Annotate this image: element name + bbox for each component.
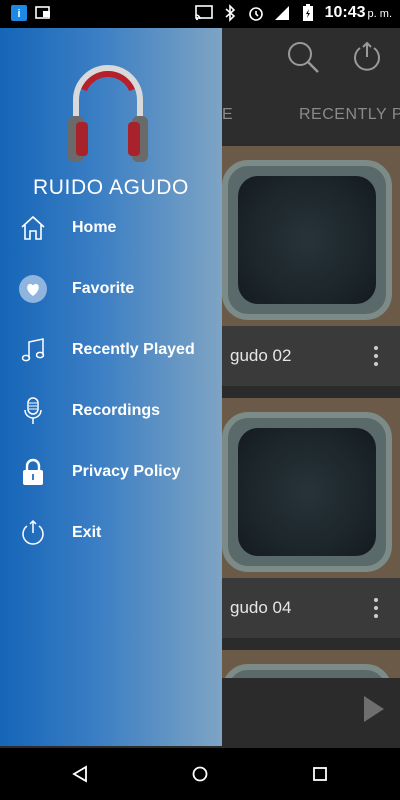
- microphone-icon: [18, 396, 48, 426]
- menu-item-home[interactable]: Home: [0, 206, 222, 250]
- play-icon[interactable]: [364, 696, 384, 722]
- app-title: RUIDO AGUDO: [33, 176, 189, 199]
- menu-item-label: Recently Played: [72, 341, 195, 358]
- more-options-icon[interactable]: [372, 346, 380, 366]
- search-icon[interactable]: [286, 40, 320, 74]
- home-icon: [18, 213, 48, 243]
- lock-icon: [18, 457, 48, 487]
- menu-item-label: Privacy Policy: [72, 463, 181, 480]
- track-card[interactable]: gudo 02: [210, 146, 400, 386]
- music-note-icon: [18, 335, 48, 365]
- track-thumbnail: [210, 146, 400, 326]
- info-icon: i: [10, 4, 28, 22]
- cast-icon: [194, 4, 213, 22]
- track-title: gudo 04: [230, 598, 292, 617]
- tab-recently-played[interactable]: RECENTLY PL: [299, 106, 400, 124]
- track-thumbnail: [210, 398, 400, 578]
- bluetooth-icon: [221, 4, 239, 22]
- track-title: gudo 02: [230, 346, 292, 365]
- tab-home[interactable]: E: [222, 106, 233, 124]
- menu-item-favorite[interactable]: Favorite: [0, 267, 222, 311]
- menu-item-label: Recordings: [72, 402, 161, 419]
- back-icon[interactable]: [68, 762, 92, 786]
- speaker-image: [222, 412, 392, 572]
- home-circle-icon[interactable]: [188, 762, 212, 786]
- clock: 10:43 p. m.: [325, 4, 392, 22]
- signal-icon: [273, 4, 291, 22]
- track-card[interactable]: gudo 04: [210, 398, 400, 638]
- headphones-icon: [62, 52, 154, 168]
- battery-charging-icon: [299, 4, 317, 22]
- menu-item-recently-played[interactable]: Recently Played: [0, 328, 222, 372]
- heart-icon: [18, 274, 48, 304]
- recents-square-icon[interactable]: [308, 762, 332, 786]
- status-bar: i 10:43 p. m.: [0, 0, 400, 28]
- power-icon: [18, 518, 48, 548]
- menu-item-privacy-policy[interactable]: Privacy Policy: [0, 450, 222, 494]
- menu-item-label: Exit: [72, 524, 102, 541]
- power-toolbar-icon[interactable]: [350, 40, 384, 74]
- menu-item-label: Favorite: [72, 280, 135, 297]
- clock-ampm: p. m.: [367, 8, 392, 20]
- speaker-image: [222, 160, 392, 320]
- more-options-icon[interactable]: [372, 598, 380, 618]
- alarm-icon: [247, 4, 265, 22]
- svg-text:i: i: [17, 8, 20, 20]
- menu-item-recordings[interactable]: Recordings: [0, 389, 222, 433]
- navigation-drawer: RUIDO AGUDO Home Favorite Recently Playe…: [0, 28, 222, 746]
- menu-item-exit[interactable]: Exit: [0, 511, 222, 555]
- image-notification-icon: [34, 4, 52, 22]
- menu-item-label: Home: [72, 219, 117, 236]
- clock-time: 10:43: [324, 4, 366, 21]
- system-nav-bar: [0, 748, 400, 800]
